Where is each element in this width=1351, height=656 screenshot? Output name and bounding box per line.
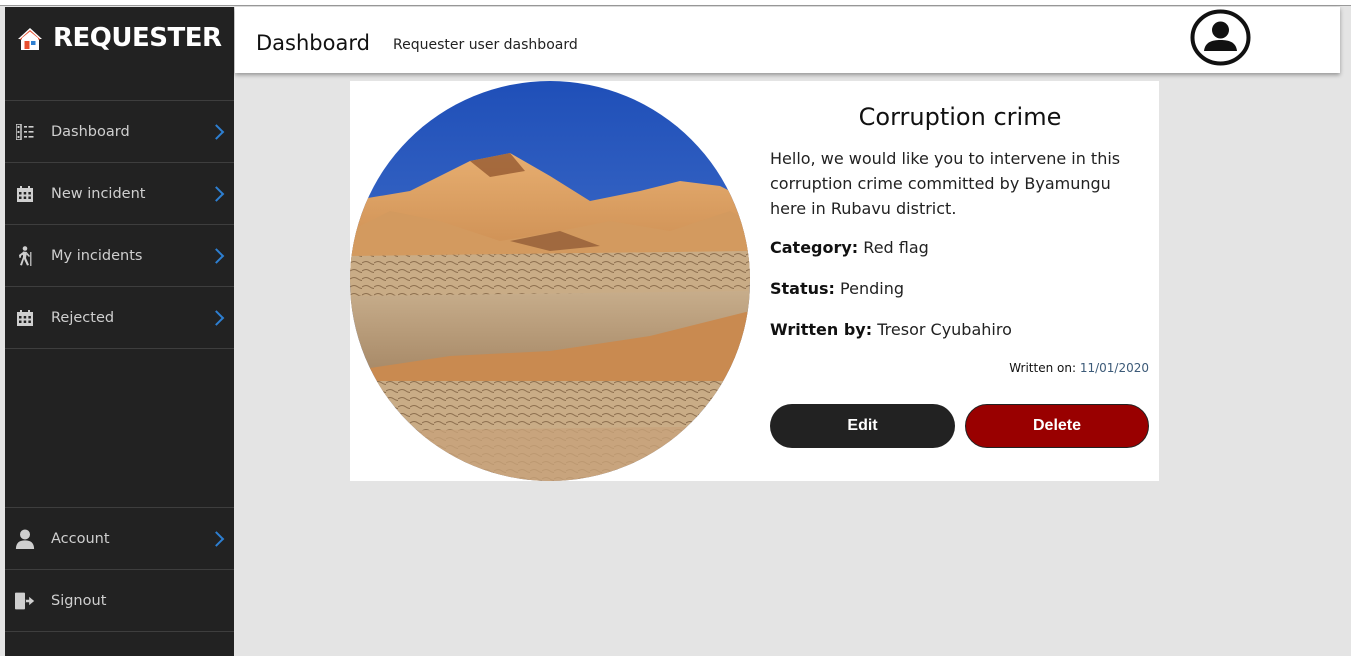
dashboard-list-icon (15, 122, 35, 142)
sidebar-item-label: New incident (51, 185, 146, 202)
sidebar-item-label: Account (51, 530, 110, 547)
incident-title: Corruption crime (858, 103, 1062, 131)
chevron-right-icon (208, 185, 225, 202)
incident-card: Corruption crime Hello, we would like yo… (350, 81, 1159, 481)
category-label: Category: (770, 238, 859, 257)
sidebar-item-signout[interactable]: Signout (5, 570, 234, 632)
written-on-date: 11/01/2020 (1079, 361, 1149, 375)
sidebar-item-label: Dashboard (51, 123, 130, 140)
edit-button[interactable]: Edit (770, 404, 955, 448)
delete-button[interactable]: Delete (965, 404, 1149, 448)
status-value: Pending (840, 279, 904, 298)
incident-category: Category: Red flag (770, 238, 929, 257)
sidebar-item-label: Rejected (51, 309, 115, 326)
calendar-icon (15, 308, 35, 328)
sidebar-item-label: Signout (51, 592, 107, 609)
page-title: Dashboard (256, 31, 370, 55)
incident-photo (350, 81, 750, 481)
calendar-icon (15, 184, 35, 204)
home-icon (18, 28, 42, 50)
status-label: Status: (770, 279, 835, 298)
sidebar-item-my-incidents[interactable]: My incidents (5, 225, 234, 287)
sidebar-item-rejected[interactable]: Rejected (5, 287, 234, 349)
chevron-right-icon (208, 309, 225, 326)
author-label: Written by: (770, 320, 873, 339)
walker-icon (15, 245, 35, 266)
incident-status: Status: Pending (770, 279, 904, 298)
top-header: Dashboard Requester user dashboard (235, 7, 1340, 73)
category-value: Red flag (863, 238, 929, 257)
sidebar-item-label: My incidents (51, 247, 143, 264)
incident-description: Hello, we would like you to intervene in… (770, 149, 1121, 218)
author-value: Tresor Cyubahiro (877, 320, 1012, 339)
user-icon (15, 528, 35, 549)
avatar-icon[interactable] (1190, 9, 1251, 66)
sidebar-item-new-incident[interactable]: New incident (5, 163, 234, 225)
page-subtitle: Requester user dashboard (393, 37, 578, 53)
chevron-right-icon (208, 530, 225, 547)
window-top-rule (0, 0, 1351, 6)
sidebar: REQUESTER Dashboard New incident My inci… (5, 7, 234, 656)
chevron-right-icon (208, 123, 225, 140)
written-on-label: Written on: (1009, 361, 1076, 375)
signout-icon (15, 591, 35, 611)
brand[interactable]: REQUESTER (5, 7, 234, 101)
incident-author: Written by: Tresor Cyubahiro (770, 320, 1012, 339)
written-on: Written on: 11/01/2020 (1009, 361, 1149, 375)
sidebar-item-dashboard[interactable]: Dashboard (5, 101, 234, 163)
sidebar-bottom-group: Account Signout (5, 507, 234, 632)
brand-title: REQUESTER (53, 23, 222, 53)
chevron-right-icon (208, 247, 225, 264)
sidebar-item-account[interactable]: Account (5, 508, 234, 570)
